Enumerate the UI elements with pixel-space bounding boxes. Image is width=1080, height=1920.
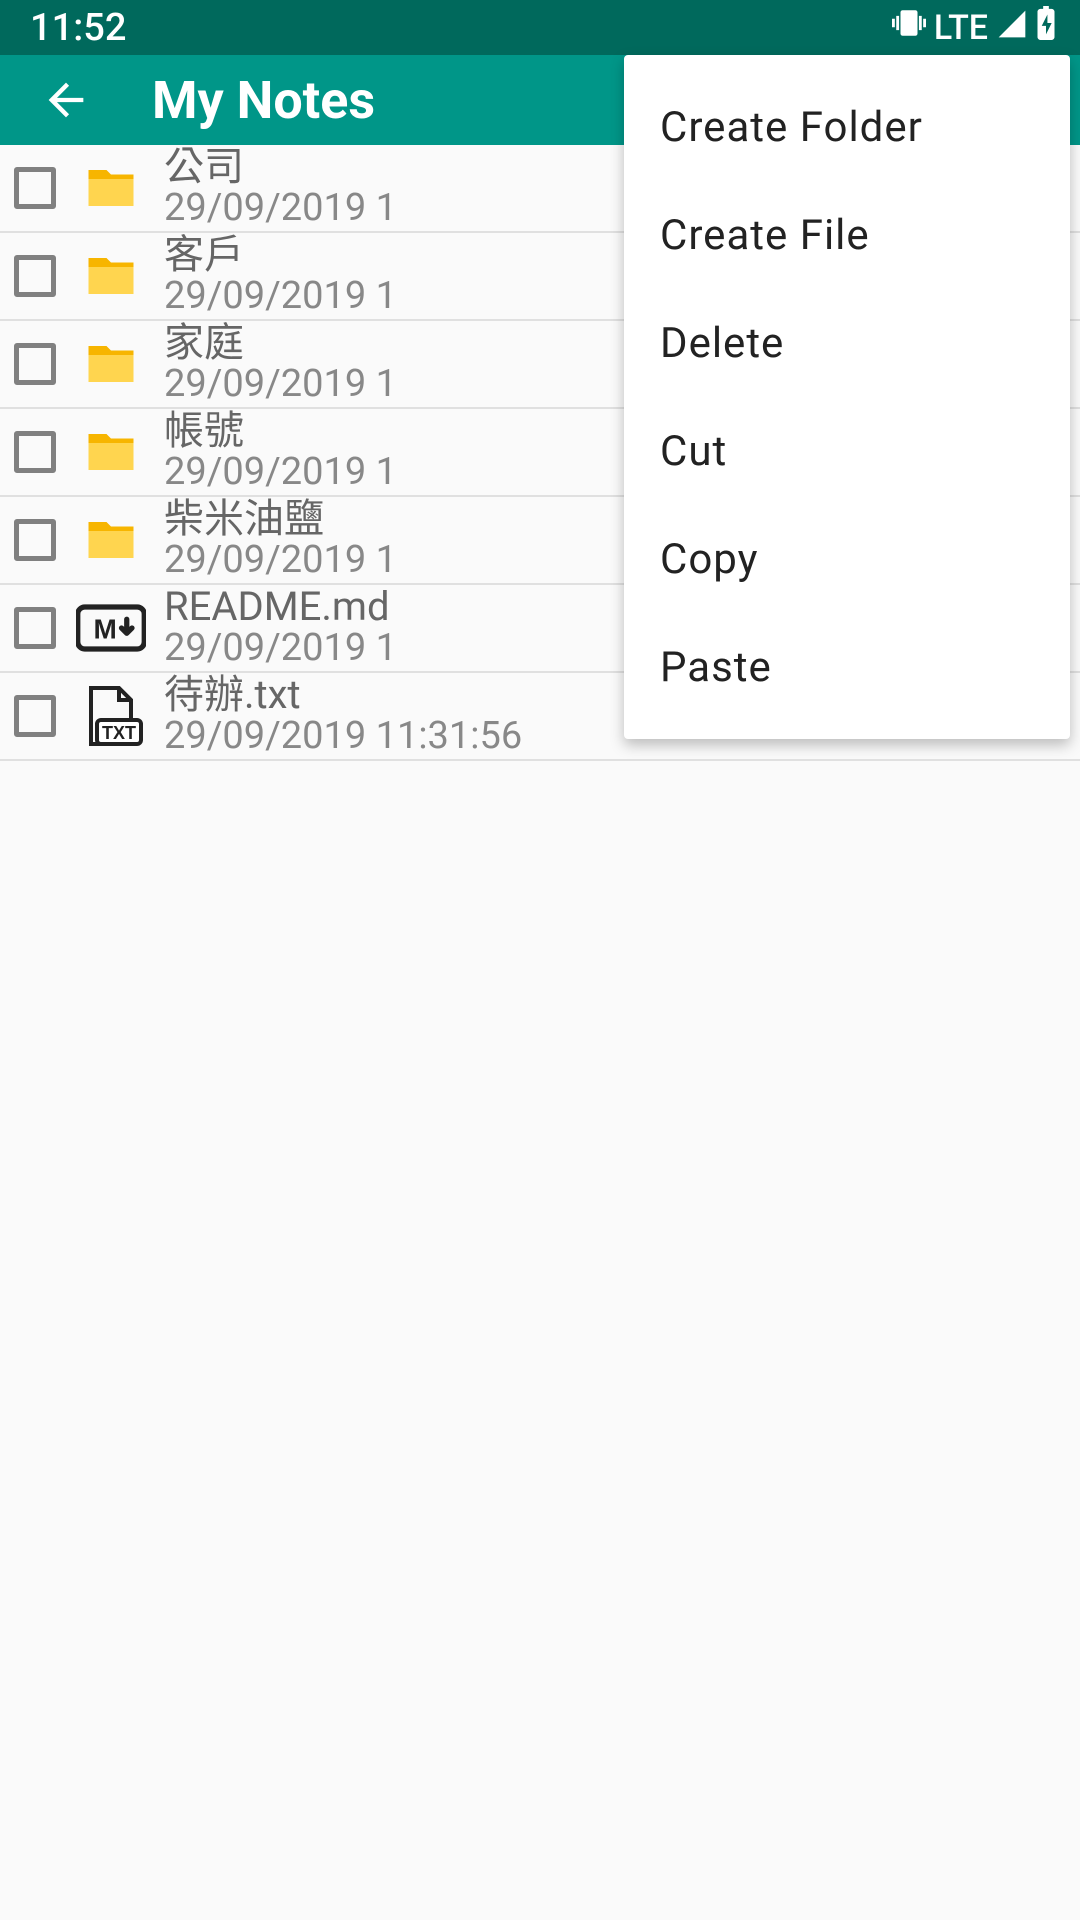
file-date: 29/09/2019 1 [164,188,397,230]
file-date: 29/09/2019 1 [164,276,397,318]
arrow-left-icon [40,74,92,126]
file-name: 客戶 [164,234,397,276]
folder-icon [76,334,146,394]
checkbox[interactable] [14,343,56,385]
file-name: 帳號 [164,410,397,452]
network-label: LTE [934,8,988,48]
file-date: 29/09/2019 1 [164,540,397,582]
file-date: 29/09/2019 1 [164,452,397,494]
menu-item-paste[interactable]: Paste [624,613,1070,721]
checkbox[interactable] [14,607,56,649]
status-icons: LTE [892,6,1056,50]
folder-icon [76,246,146,306]
file-name: README.md [164,586,397,628]
file-name: 公司 [164,146,397,188]
file-name: 柴米油鹽 [164,498,397,540]
battery-icon [1036,6,1056,50]
checkbox[interactable] [14,167,56,209]
menu-item-delete[interactable]: Delete [624,289,1070,397]
folder-icon [76,422,146,482]
menu-item-create-file[interactable]: Create File [624,181,1070,289]
txt-icon [76,686,146,746]
context-menu: Create FolderCreate FileDeleteCutCopyPas… [624,55,1070,739]
menu-item-create-folder[interactable]: Create Folder [624,73,1070,181]
file-date: 29/09/2019 1 [164,364,397,406]
checkbox[interactable] [14,519,56,561]
menu-item-copy[interactable]: Copy [624,505,1070,613]
file-date: 29/09/2019 1 [164,628,397,670]
signal-icon [996,6,1028,50]
markdown-icon [76,598,146,658]
checkbox[interactable] [14,255,56,297]
file-name: 家庭 [164,322,397,364]
folder-icon [76,510,146,570]
checkbox[interactable] [14,695,56,737]
file-name: 待辦.txt [164,674,522,716]
menu-item-cut[interactable]: Cut [624,397,1070,505]
file-date: 29/09/2019 11:31:56 [164,716,522,758]
checkbox[interactable] [14,431,56,473]
vibrate-icon [892,6,926,50]
status-bar: 11:52 LTE [0,0,1080,55]
page-title: My Notes [152,70,375,131]
status-time: 11:52 [30,6,126,50]
back-button[interactable] [36,70,96,130]
folder-icon [76,158,146,218]
